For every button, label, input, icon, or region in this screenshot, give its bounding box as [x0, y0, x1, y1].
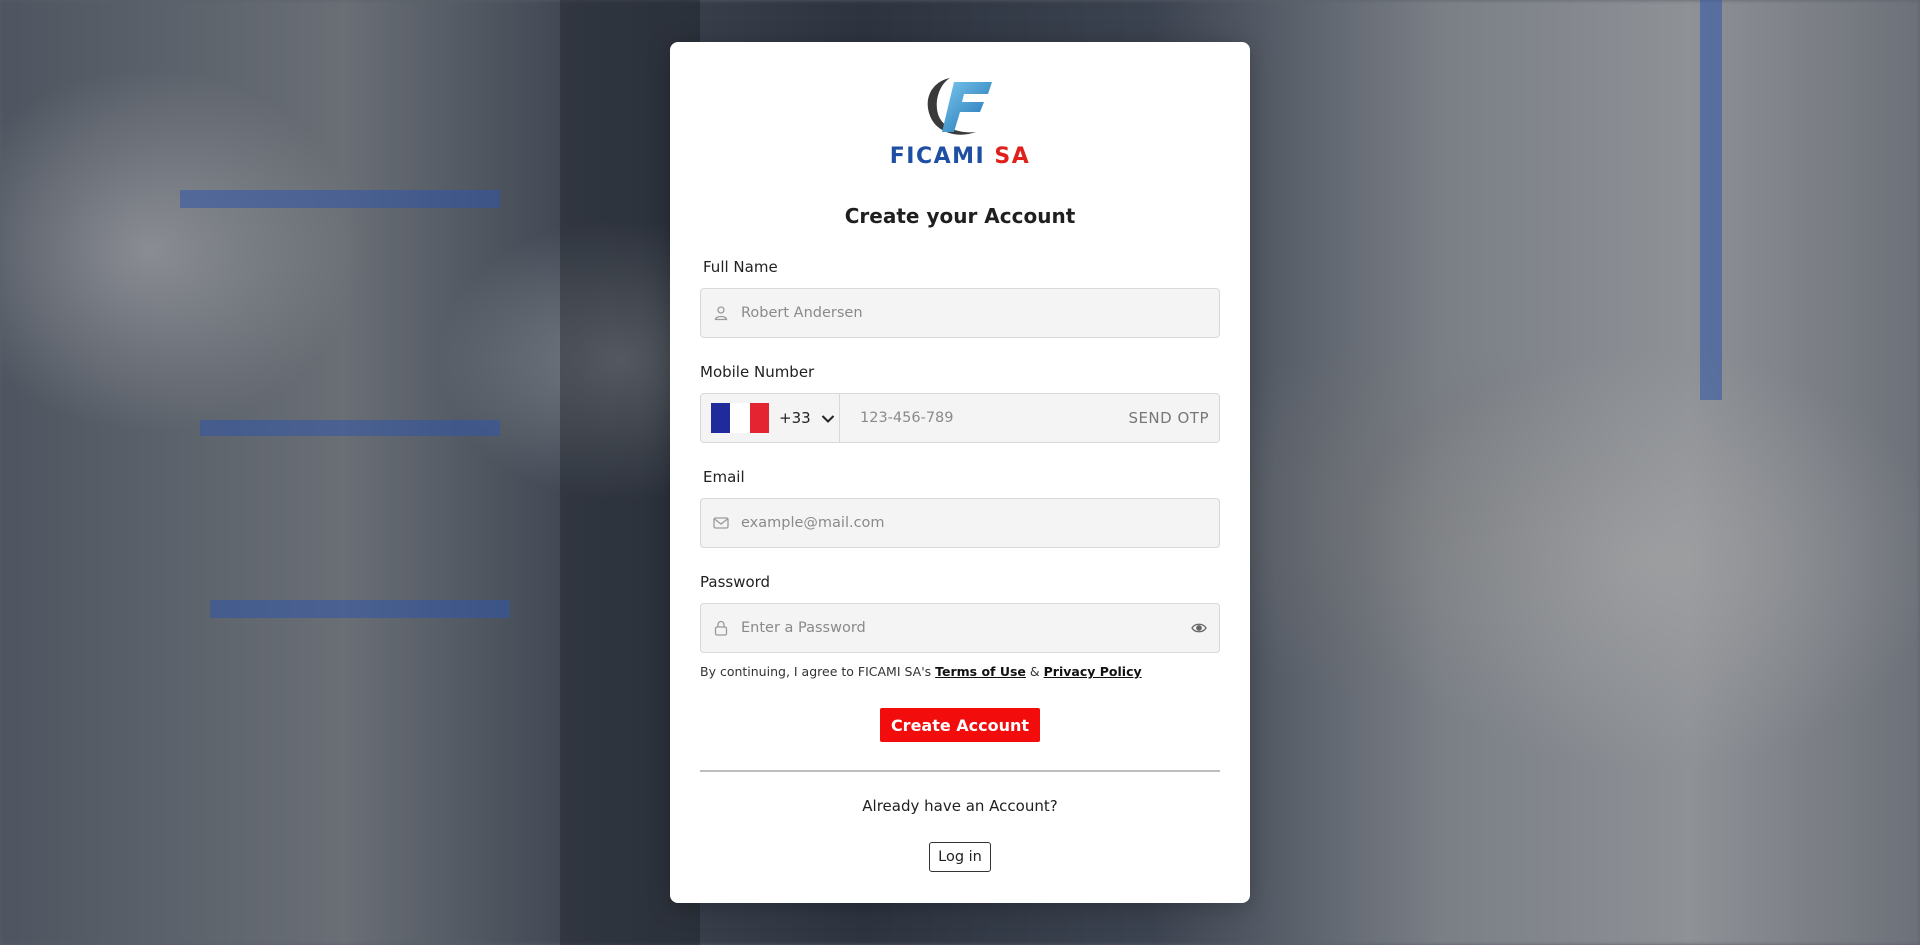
terms-of-use-link[interactable]: Terms of Use — [935, 664, 1026, 679]
background-pillar — [1700, 0, 1722, 400]
lock-icon — [701, 620, 741, 636]
terms-separator: & — [1029, 664, 1040, 679]
privacy-policy-link[interactable]: Privacy Policy — [1044, 664, 1142, 679]
password-label: Password — [700, 573, 771, 591]
full-name-input[interactable] — [741, 305, 1219, 321]
create-account-button[interactable]: Create Account — [880, 708, 1040, 742]
country-code-value: +33 — [779, 409, 811, 427]
mobile-number-input[interactable] — [840, 410, 1129, 426]
mobile-number-field: +33 SEND OTP — [700, 393, 1220, 443]
send-otp-button[interactable]: SEND OTP — [1128, 409, 1219, 427]
ficami-logo-icon — [927, 78, 992, 135]
terms-prefix: By continuing, I agree to FICAMI SA's — [700, 664, 932, 679]
email-label: Email — [703, 468, 745, 486]
page-title: Create your Account — [844, 204, 1076, 228]
brand-name-part2: SA — [994, 144, 1031, 169]
country-code-select[interactable]: +33 — [701, 394, 840, 442]
user-icon — [701, 305, 741, 321]
background-shelf — [200, 420, 500, 436]
brand-logo: FICAMI SA — [670, 72, 1250, 169]
password-field[interactable] — [700, 603, 1220, 653]
log-in-button[interactable]: Log in — [929, 842, 991, 872]
password-input[interactable] — [741, 620, 1179, 636]
full-name-label: Full Name — [703, 258, 778, 276]
eye-icon[interactable] — [1179, 622, 1219, 634]
full-name-field[interactable] — [700, 288, 1220, 338]
terms-text: By continuing, I agree to FICAMI SA's Te… — [700, 664, 1142, 679]
divider — [700, 770, 1220, 772]
signup-card: FICAMI SA Create your Account Full Name … — [670, 42, 1250, 903]
chevron-down-icon — [821, 409, 835, 428]
email-input[interactable] — [741, 515, 1219, 531]
email-field[interactable] — [700, 498, 1220, 548]
background-shelf — [180, 190, 500, 208]
mobile-number-label: Mobile Number — [700, 363, 815, 381]
france-flag-icon — [711, 403, 769, 433]
brand-name: FICAMI SA — [890, 144, 1031, 169]
already-have-account-text: Already have an Account? — [862, 797, 1058, 815]
brand-name-part1: FICAMI — [889, 144, 986, 169]
background-shelf — [210, 600, 510, 618]
mail-icon — [701, 516, 741, 530]
